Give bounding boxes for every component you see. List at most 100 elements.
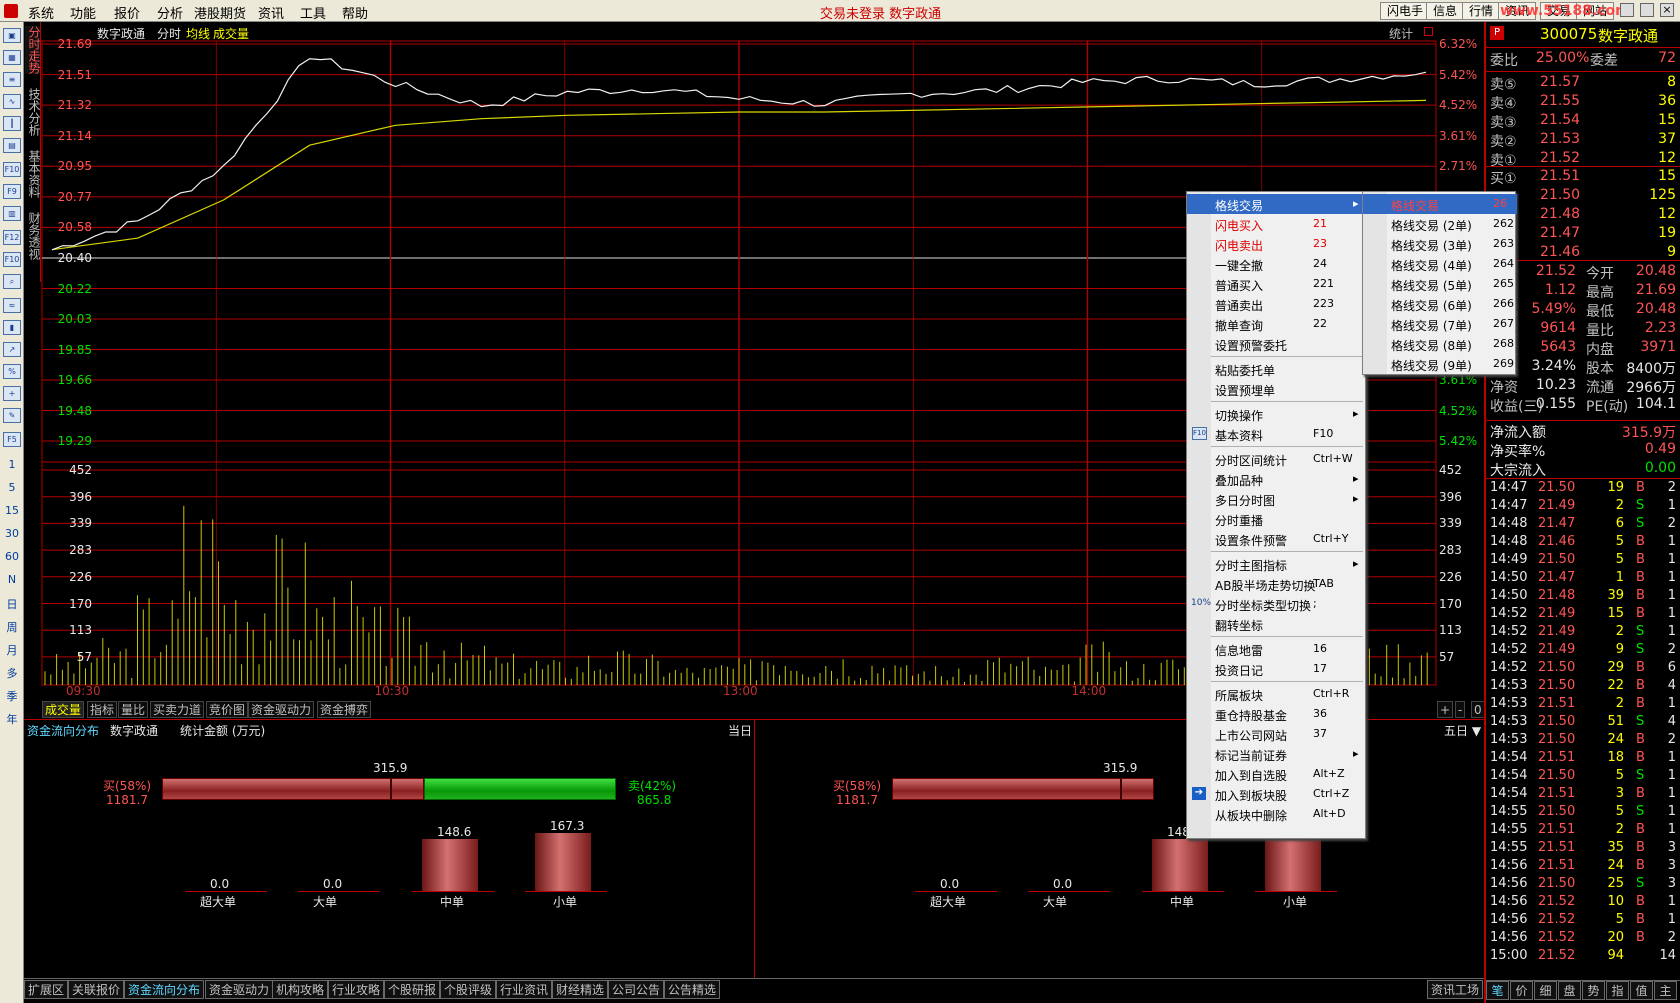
stat-value: 9614 [1540, 320, 1576, 336]
submenu-item[interactable]: 格线交易 26 [1363, 194, 1517, 214]
vol-tick: 396 [69, 489, 92, 504]
menu-item[interactable]: 切换操作 ▸ [1187, 404, 1365, 424]
submenu-item[interactable]: 格线交易 (3单) 263 [1363, 234, 1517, 254]
menu-item[interactable]: 多日分时图 ▸ [1187, 489, 1365, 509]
submenu-item[interactable]: 格线交易 (9单) 269 [1363, 354, 1517, 374]
menu-item[interactable]: 信息地雷 16 [1187, 639, 1365, 659]
tab-capital-drive-b[interactable]: 资金驱动力 [205, 980, 274, 999]
menu-item[interactable]: 一键全撤 24 [1187, 254, 1365, 274]
menu-item[interactable]: 所属板块 Ctrl+R [1187, 684, 1365, 704]
tab-capital-game[interactable]: 资金搏弈 [317, 701, 372, 718]
submenu-item[interactable]: 格线交易 (8单) 268 [1363, 334, 1517, 354]
tick-count: 1 [1667, 894, 1676, 909]
menu-item-shortcut: Alt+D [1313, 807, 1346, 820]
menu-item[interactable]: 闪电卖出 23 [1187, 234, 1365, 254]
vol-tick-right: 339 [1439, 516, 1462, 531]
tab-research[interactable]: 个股研报 [384, 980, 441, 999]
tab-announcements[interactable]: 公司公告 [608, 980, 665, 999]
menu-item[interactable]: 从板块中删除 Alt+D [1187, 804, 1365, 824]
pct-tick: 2.71% [1439, 159, 1478, 174]
menu-item[interactable]: 投资日记 17 [1187, 659, 1365, 679]
right-tab[interactable]: 指 [1606, 981, 1629, 1000]
menu-item-label: 多日分时图 [1215, 494, 1276, 508]
period-5day-dropdown[interactable]: 五日 ▼ [1444, 722, 1481, 739]
right-tab[interactable]: 值 [1630, 981, 1653, 1000]
tab-announce-picks[interactable]: 公告精选 [664, 980, 721, 999]
right-tab[interactable]: 价 [1510, 981, 1533, 1000]
submenu-item[interactable]: 格线交易 (2单) 262 [1363, 214, 1517, 234]
menu-item[interactable]: 基本资料 F10 F10 [1187, 424, 1365, 444]
price-tick: 20.95 [57, 159, 92, 174]
menu-item-label: 设置预埋单 [1215, 384, 1276, 398]
menu-item[interactable]: 叠加品种 ▸ [1187, 469, 1365, 489]
tab-buy-sell-force[interactable]: 买卖力道 [150, 701, 205, 718]
stock-code: 300075 [1540, 25, 1598, 43]
right-tab[interactable]: 笔 [1486, 981, 1509, 1000]
tab-indicator[interactable]: 指标 [87, 701, 118, 718]
tab-capital-drive[interactable]: 资金驱动力 [248, 701, 315, 718]
bar-baseline [915, 891, 997, 892]
menu-item[interactable]: 普通卖出 223 [1187, 294, 1365, 314]
stat-row: 现价21.52今开20.48 [1490, 263, 1680, 282]
tick-count: 1 [1667, 498, 1676, 513]
menu-item[interactable]: 上市公司网站 37 [1187, 724, 1365, 744]
submenu-label: 格线交易 (7单) [1391, 319, 1472, 333]
tab-industry-news[interactable]: 行业资讯 [496, 980, 553, 999]
tab-volume[interactable]: 成交量 [42, 701, 85, 718]
tick-count: 14 [1659, 948, 1676, 963]
tab-finance-picks[interactable]: 财经精选 [552, 980, 609, 999]
menu-item[interactable]: 设置条件预警 Ctrl+Y [1187, 529, 1365, 549]
menu-item[interactable]: 粘贴委托单 [1187, 359, 1365, 379]
menu-item[interactable]: 格线交易 ▸ [1187, 194, 1365, 214]
tab-capital-flow[interactable]: 资金流向分布 [124, 980, 205, 999]
tab-expand[interactable]: 扩展区 [24, 980, 69, 999]
menu-item[interactable]: 加入到自选股 Alt+Z [1187, 764, 1365, 784]
zoom-reset-button[interactable]: 0 [1471, 701, 1485, 718]
right-tab[interactable]: 势 [1582, 981, 1605, 1000]
menu-item[interactable]: 分时主图指标 ▸ [1187, 554, 1365, 574]
menu-item[interactable]: AB股半场走势切换 TAB [1187, 574, 1365, 594]
menu-item-label: 上市公司网站 [1215, 729, 1288, 743]
menu-item[interactable]: 标记当前证券 ▸ [1187, 744, 1365, 764]
right-tab[interactable]: 细 [1534, 981, 1557, 1000]
zoom-in-button[interactable]: + [1437, 701, 1454, 718]
menu-item[interactable]: 普通买入 221 [1187, 274, 1365, 294]
tab-industry[interactable]: 行业攻略 [328, 980, 385, 999]
right-tab[interactable]: 盘 [1558, 981, 1581, 1000]
tab-related[interactable]: 关联报价 [68, 980, 125, 999]
menu-item[interactable]: 分时重播 [1187, 509, 1365, 529]
tick-side: B [1636, 660, 1645, 675]
tab-rating[interactable]: 个股评级 [440, 980, 497, 999]
menu-item-label: 格线交易 [1215, 199, 1264, 213]
tab-auction[interactable]: 竞价图 [206, 701, 249, 718]
tick-side: B [1636, 930, 1645, 945]
submenu-item[interactable]: 格线交易 (7单) 267 [1363, 314, 1517, 334]
menu-item-label: 分时主图指标 [1215, 559, 1288, 573]
ask-volume: 37 [1658, 131, 1676, 147]
submenu-item[interactable]: 格线交易 (6单) 266 [1363, 294, 1517, 314]
submenu-item[interactable]: 格线交易 (4单) 264 [1363, 254, 1517, 274]
menu-item[interactable]: 重仓持股基金 36 [1187, 704, 1365, 724]
menu-item[interactable]: 设置预警委托 [1187, 334, 1365, 354]
zoom-out-button[interactable]: - [1455, 701, 1466, 718]
menu-item[interactable]: 翻转坐标 [1187, 614, 1365, 634]
menu-item[interactable]: 分时区间统计 Ctrl+W [1187, 449, 1365, 469]
menu-item[interactable]: 撤单查询 22 [1187, 314, 1365, 334]
time-tick: 14:00 [1071, 684, 1107, 698]
tab-institution[interactable]: 机构攻略 [272, 980, 329, 999]
p-icon[interactable]: P [1490, 26, 1504, 40]
vol-tick-right: 170 [1439, 596, 1462, 611]
buy-bar [892, 778, 1154, 800]
tab-volume-ratio[interactable]: 量比 [118, 701, 149, 718]
menu-item[interactable]: 闪电买入 21 [1187, 214, 1365, 234]
submenu-item[interactable]: 格线交易 (5单) 265 [1363, 274, 1517, 294]
tab-info-factory[interactable]: 资讯工场 [1427, 980, 1484, 999]
right-tab[interactable]: 主 [1654, 981, 1677, 1000]
menu-item[interactable]: 分时坐标类型切换; 10% [1187, 594, 1365, 614]
bid-price: 21.51 [1540, 168, 1581, 184]
tick-volume: 22 [1607, 678, 1624, 693]
period-today[interactable]: 当日 [728, 722, 752, 739]
menu-item[interactable]: 加入到板块股 Ctrl+Z ➔ [1187, 784, 1365, 804]
menu-item[interactable]: 设置预埋单 [1187, 379, 1365, 399]
tick-side: S [1636, 498, 1645, 513]
